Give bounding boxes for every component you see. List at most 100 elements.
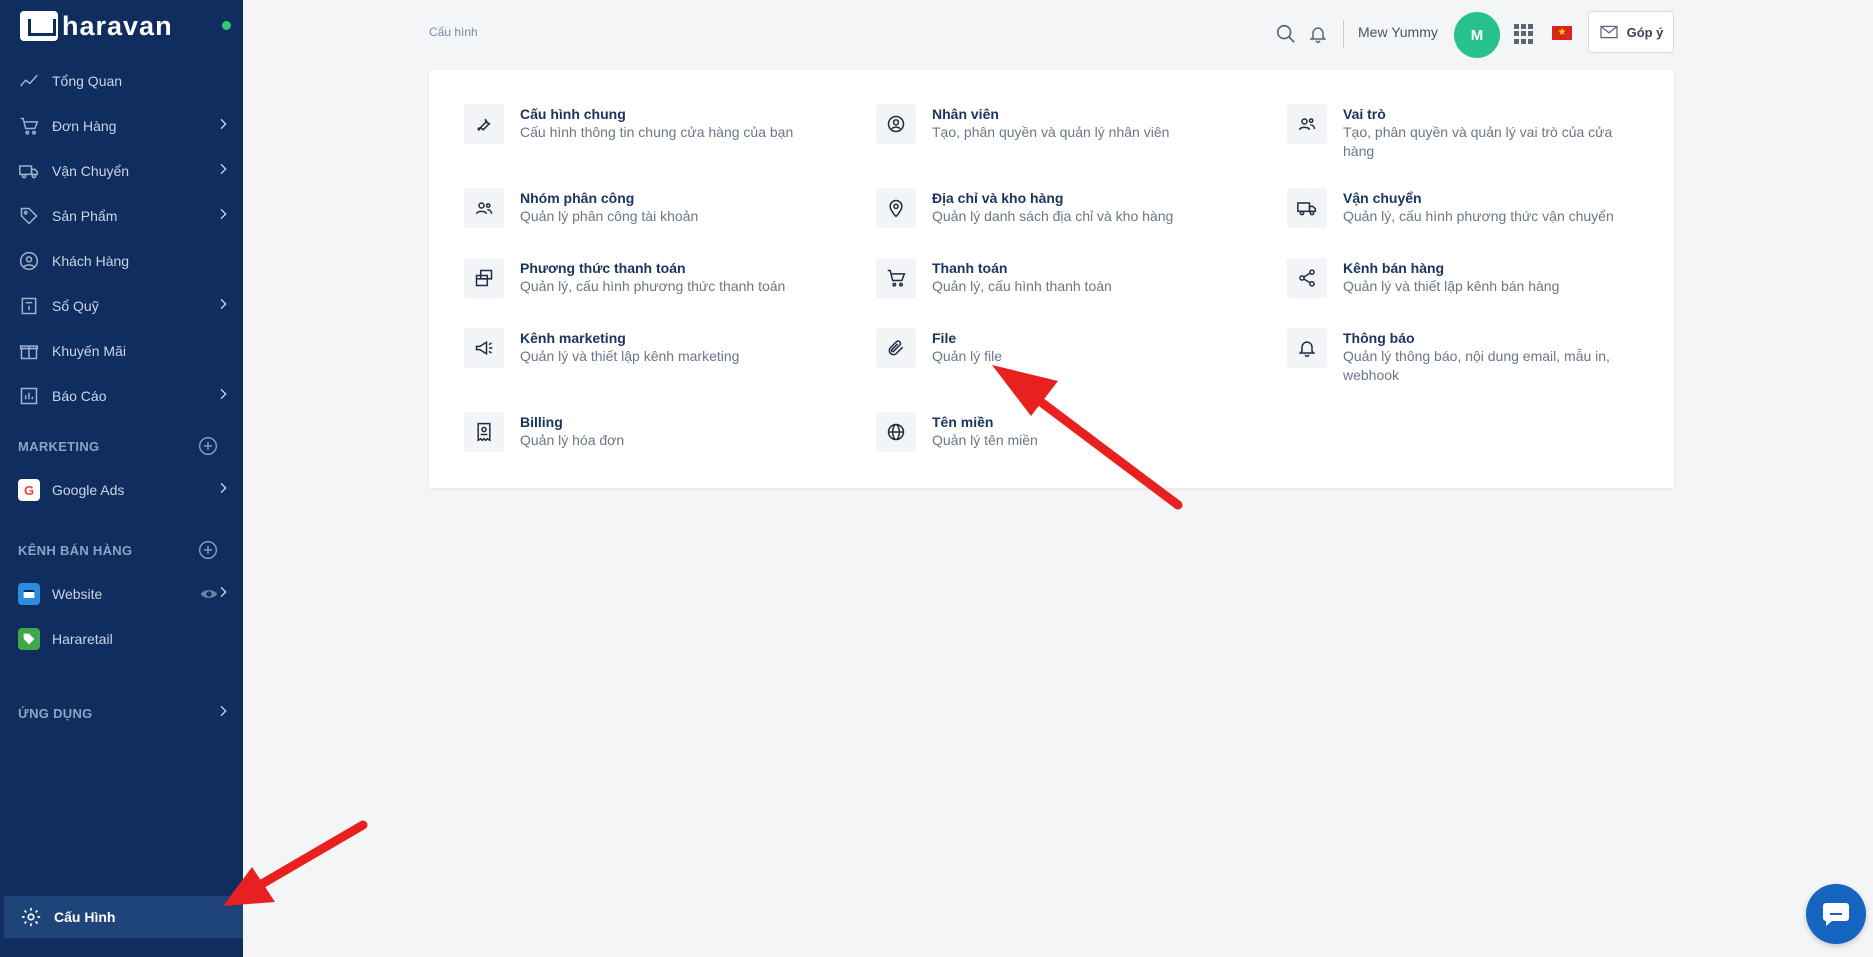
setting-assignment-group[interactable]: Nhóm phân công Quản lý phân công tài khoả… — [464, 188, 864, 228]
sidebar-item-website[interactable]: Website — [0, 574, 243, 614]
setting-title: Vận chuyển — [1343, 190, 1422, 206]
setting-staff[interactable]: Nhân viên Tạo, phân quyền và quản lý nhân… — [876, 104, 1276, 144]
chevron-right-icon — [215, 296, 235, 316]
sidebar-item-promotions[interactable]: Khuyến Mãi — [0, 331, 243, 371]
setting-roles[interactable]: Vai trò Tạo, phân quyền và quản lý vai tr… — [1287, 104, 1687, 161]
setting-description: Quản lý, cấu hình phương thức vận chuyển — [1343, 208, 1614, 224]
mail-icon — [1599, 25, 1618, 39]
setting-address-warehouse[interactable]: Địa chỉ và kho hàng Quản lý danh sách địa… — [876, 188, 1276, 228]
wrench-icon — [464, 104, 504, 144]
setting-description: Quản lý, cấu hình thanh toán — [932, 278, 1112, 294]
setting-file[interactable]: File Quản lý file — [876, 328, 1276, 368]
setting-shipping[interactable]: Vận chuyển Quản lý, cấu hình phương thức … — [1287, 188, 1687, 228]
haravan-logo-icon — [20, 11, 58, 41]
chart-icon — [18, 385, 40, 407]
share-icon — [1287, 258, 1327, 298]
add-marketing-button[interactable] — [198, 436, 218, 456]
username[interactable]: Mew Yummy — [1358, 24, 1438, 40]
apps-section-title: ỨNG DỤNG — [18, 705, 93, 721]
avatar[interactable]: M — [1454, 12, 1500, 58]
truck-icon — [1287, 188, 1327, 228]
setting-title: Thông báo — [1343, 330, 1415, 346]
sidebar-item-label: Khuyến Mãi — [52, 343, 126, 359]
bell-icon — [1287, 328, 1327, 368]
gear-icon — [20, 906, 42, 928]
gift-icon — [18, 340, 40, 362]
feedback-label: Góp ý — [1626, 24, 1664, 40]
sidebar-item-reports[interactable]: Báo Cáo — [0, 376, 243, 416]
sidebar-item-overview[interactable]: Tổng Quan — [0, 61, 243, 101]
setting-checkout[interactable]: Thanh toán Quản lý, cấu hình thanh toán — [876, 258, 1276, 298]
setting-description: Quản lý file — [932, 348, 1003, 364]
paperclip-icon — [876, 328, 916, 368]
vietnam-flag-icon[interactable]: ★ — [1552, 26, 1572, 40]
tag-icon — [18, 205, 40, 227]
sidebar-item-label: Cấu Hình — [54, 909, 116, 925]
setting-billing[interactable]: Billing Quản lý hóa đơn — [464, 412, 864, 452]
sidebar-item-shipping[interactable]: Vận Chuyển — [0, 151, 243, 191]
sidebar-item-label: Sản Phẩm — [52, 208, 118, 224]
setting-payment-methods[interactable]: Phương thức thanh toán Quản lý, cấu hình … — [464, 258, 864, 298]
topbar-divider — [1343, 20, 1344, 48]
arrow-to-settings-menu — [255, 820, 368, 890]
sidebar-item-apps[interactable]: ỨNG DỤNG — [0, 693, 243, 733]
chevron-right-icon — [215, 584, 235, 604]
group-icon — [464, 188, 504, 228]
feedback-button[interactable]: Góp ý — [1588, 11, 1674, 53]
setting-title: Nhân viên — [932, 106, 999, 122]
chat-button[interactable] — [1806, 884, 1866, 944]
chevron-right-icon — [215, 703, 235, 723]
setting-description: Cấu hình thông tin chung cửa hàng của bạ… — [520, 124, 794, 140]
sidebar-item-customers[interactable]: Khách Hàng — [0, 241, 243, 281]
sales-channel-section-title: KÊNH BÁN HÀNG — [18, 543, 133, 558]
setting-title: Tên miền — [932, 414, 994, 430]
chevron-right-icon — [215, 480, 235, 500]
user-circle-icon — [876, 104, 916, 144]
sidebar-item-orders[interactable]: Đơn Hàng — [0, 106, 243, 146]
setting-title: File — [932, 330, 957, 346]
plus-circle-icon — [199, 437, 217, 455]
setting-general[interactable]: Cấu hình chung Cấu hình thông tin chung c… — [464, 104, 864, 144]
setting-title: Billing — [520, 414, 563, 430]
website-icon — [18, 583, 40, 605]
settings-card: Cấu hình chung Cấu hình thông tin chung c… — [429, 70, 1674, 488]
sidebar-item-label: Hararetail — [52, 631, 113, 647]
search-button[interactable] — [1274, 14, 1298, 54]
chevron-right-icon — [215, 116, 235, 136]
sidebar-item-google-ads[interactable]: G Google Ads — [0, 470, 243, 510]
sidebar-item-products[interactable]: Sản Phẩm — [0, 196, 243, 236]
setting-sales-channels[interactable]: Kênh bán hàng Quản lý và thiết lập kênh b… — [1287, 258, 1687, 298]
chevron-right-icon — [215, 206, 235, 226]
apps-grid-icon[interactable] — [1514, 24, 1534, 44]
breadcrumb[interactable]: Cấu hình — [429, 25, 478, 39]
setting-title: Thanh toán — [932, 260, 1008, 276]
location-pin-icon — [876, 188, 916, 228]
sidebar-item-hararetail[interactable]: Hararetail — [0, 619, 243, 659]
setting-notifications[interactable]: Thông báo Quản lý thông báo, nội dung ema… — [1287, 328, 1687, 385]
marketing-section-title: MARKETING — [18, 439, 100, 454]
user-circle-icon — [18, 250, 40, 272]
users-icon — [1287, 104, 1327, 144]
trend-icon — [18, 70, 40, 92]
chat-icon — [1823, 903, 1849, 926]
setting-description: Tạo, phân quyền và quản lý nhân viên — [932, 124, 1170, 140]
notifications-button[interactable] — [1306, 14, 1330, 54]
setting-description: Quản lý thông báo, nội dung email, mẫu i… — [1343, 348, 1610, 383]
sidebar: haravan Tổng Quan Đơn Hàng Vận Chuyển Sả… — [0, 0, 243, 957]
setting-marketing-channels[interactable]: Kênh marketing Quản lý và thiết lập kênh … — [464, 328, 864, 368]
cart-icon — [876, 258, 916, 298]
bell-icon — [1309, 27, 1327, 44]
plus-circle-icon — [199, 541, 217, 559]
setting-description: Quản lý hóa đơn — [520, 432, 625, 448]
setting-description: Tạo, phân quyền và quản lý vai trò của c… — [1343, 124, 1613, 159]
sidebar-item-settings[interactable]: Cấu Hình — [4, 896, 243, 938]
sidebar-item-label: Sổ Quỹ — [52, 298, 99, 314]
sidebar-item-label: Báo Cáo — [52, 388, 107, 404]
haravan-logo[interactable]: haravan — [20, 6, 173, 46]
sidebar-item-cashbook[interactable]: Sổ Quỹ — [0, 286, 243, 326]
setting-title: Kênh bán hàng — [1343, 260, 1445, 276]
chevron-right-icon — [215, 386, 235, 406]
megaphone-icon — [464, 328, 504, 368]
add-sales-channel-button[interactable] — [198, 540, 218, 560]
setting-domains[interactable]: Tên miền Quản lý tên miền — [876, 412, 1276, 452]
